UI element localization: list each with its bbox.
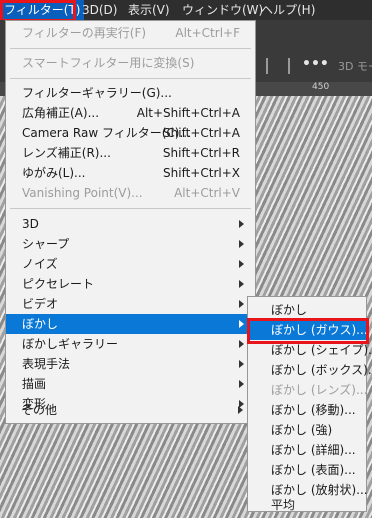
menu-item-blur-gallery[interactable]: ぼかしギャラリー: [6, 334, 255, 354]
menu-item-label: スマートフィルター用に変換(S): [22, 56, 195, 70]
menu-item-label: ぼかし (移動)...: [271, 403, 356, 417]
submenu-arrow-icon: [239, 220, 244, 228]
menu-item-vanishing-point[interactable]: Vanishing Point(V)... Alt+Ctrl+V: [6, 183, 255, 203]
menu-item-video[interactable]: ビデオ: [6, 294, 255, 314]
menu-item-label: 広角補正(A)...: [22, 106, 100, 120]
menu-item-label: ぼかし: [22, 317, 59, 331]
submenu-item-radial-blur[interactable]: ぼかし (放射状)...: [248, 480, 368, 500]
menu-item-label: ぼかし: [271, 303, 308, 317]
menu-separator: [10, 78, 251, 79]
submenu-arrow-icon: [239, 380, 244, 388]
menu-item-blur[interactable]: ぼかし: [6, 314, 255, 334]
submenu-item-gaussian-blur[interactable]: ぼかし (ガウス)...: [248, 320, 368, 340]
menu-item-pixelate[interactable]: ピクセレート: [6, 274, 255, 294]
submenu-item-average[interactable]: 平均: [248, 498, 366, 512]
menu-item-noise[interactable]: ノイズ: [6, 254, 255, 274]
menu-item-shortcut: Shift+Ctrl+R: [162, 146, 240, 160]
submenu-item-blur[interactable]: ぼかし: [248, 300, 366, 320]
submenu-arrow-icon: [239, 360, 244, 368]
submenu-arrow-icon: [239, 260, 244, 268]
submenu-item-blur-more[interactable]: ぼかし (強): [248, 420, 366, 440]
menu-item-label: レンズ補正(R)...: [22, 146, 111, 160]
menu-item-adaptive-wide-angle[interactable]: 広角補正(A)... Alt+Shift+Ctrl+A: [6, 103, 255, 123]
menu-item-label: ノイズ: [22, 257, 58, 271]
menu-item-label: シャープ: [22, 237, 70, 251]
menu-item-liquify[interactable]: ゆがみ(L)... Shift+Ctrl+X: [6, 163, 255, 183]
submenu-arrow-icon: [239, 280, 244, 288]
menu-item-label: 3D: [22, 217, 39, 231]
menu-item-label: ぼかしギャラリー: [22, 337, 119, 351]
menu-item-3d[interactable]: 3D: [6, 214, 255, 234]
submenu-arrow-icon: [239, 240, 244, 248]
menu-item-label: ぼかし (詳細)...: [271, 443, 356, 457]
toolbar-separator: [266, 58, 268, 74]
ruler-tick-label: 450: [312, 82, 330, 92]
menu-help[interactable]: ヘルプ(H): [257, 0, 319, 20]
menu-item-convert-smart-filter[interactable]: スマートフィルター用に変換(S): [6, 53, 255, 73]
menu-item-label: その他: [21, 403, 58, 417]
submenu-item-box-blur[interactable]: ぼかし (ボックス)...: [248, 360, 372, 380]
menu-window[interactable]: ウィンドウ(W): [178, 0, 267, 20]
menu-item-label: ゆがみ(L)...: [22, 166, 86, 180]
menu-item-label: 表現手法: [22, 357, 71, 371]
menu-item-stylize[interactable]: 表現手法: [6, 354, 255, 374]
submenu-arrow-icon: [239, 300, 244, 308]
menu-filter[interactable]: フィルター(T): [0, 0, 85, 20]
submenu-item-motion-blur[interactable]: ぼかし (移動)...: [248, 400, 366, 420]
menu-item-label: フィルターギャラリー(G)...: [22, 86, 172, 100]
menu-item-label: ぼかし (レンズ)...: [271, 383, 368, 397]
menu-item-label: ビデオ: [22, 297, 59, 311]
menu-item-label: ぼかし (放射状)...: [271, 483, 368, 497]
menu-item-label: ぼかし (シェイプ)...: [271, 343, 372, 357]
submenu-arrow-icon: [238, 406, 243, 414]
menu-item-label: ピクセレート: [22, 277, 95, 291]
submenu-item-surface-blur[interactable]: ぼかし (表面)...: [248, 460, 366, 480]
menu-bar: フィルター(T) 3D(D) 表示(V) ウィンドウ(W) ヘルプ(H): [0, 0, 372, 20]
more-options-icon[interactable]: •••: [302, 56, 329, 72]
menu-item-shortcut: Alt+Ctrl+F: [175, 26, 240, 40]
menu-3d[interactable]: 3D(D): [78, 0, 121, 20]
3d-mode-label: 3D モー: [338, 60, 372, 73]
menu-separator: [10, 208, 251, 209]
menu-view[interactable]: 表示(V): [124, 0, 174, 20]
menu-item-other[interactable]: その他: [5, 400, 254, 420]
menu-item-shortcut: Alt+Shift+Ctrl+A: [136, 106, 240, 120]
menu-item-render[interactable]: 描画: [6, 374, 255, 394]
submenu-arrow-icon: [239, 340, 244, 348]
menu-item-label: フィルターの再実行(F): [22, 26, 147, 40]
submenu-arrow-icon: [239, 320, 244, 328]
submenu-item-shape-blur[interactable]: ぼかし (シェイプ)...: [248, 340, 372, 360]
submenu-item-lens-blur[interactable]: ぼかし (レンズ)...: [248, 380, 368, 400]
menu-item-label: Vanishing Point(V)...: [22, 186, 143, 200]
menu-item-camera-raw[interactable]: Camera Raw フィルター(C)... Shift+Ctrl+A: [6, 123, 255, 143]
menu-item-label: ぼかし (ボックス)...: [271, 363, 372, 377]
menu-item-last-filter[interactable]: フィルターの再実行(F) Alt+Ctrl+F: [6, 23, 255, 43]
menu-separator: [10, 48, 251, 49]
menu-item-label: ぼかし (ガウス)...: [271, 323, 368, 337]
menu-item-lens-correction[interactable]: レンズ補正(R)... Shift+Ctrl+R: [6, 143, 255, 163]
toolbar-separator: [288, 58, 290, 74]
menu-item-label: 平均: [271, 498, 296, 512]
menu-item-shortcut: Shift+Ctrl+X: [163, 166, 240, 180]
menu-item-sharpen[interactable]: シャープ: [6, 234, 255, 254]
menu-item-label: ぼかし (強): [271, 423, 333, 437]
menu-item-label: ぼかし (表面)...: [271, 463, 356, 477]
menu-item-shortcut: Alt+Ctrl+V: [174, 186, 240, 200]
filter-dropdown-menu: フィルターの再実行(F) Alt+Ctrl+F スマートフィルター用に変換(S)…: [5, 20, 256, 424]
submenu-item-smart-blur[interactable]: ぼかし (詳細)...: [248, 440, 366, 460]
menu-item-shortcut: Shift+Ctrl+A: [163, 126, 240, 140]
menu-item-filter-gallery[interactable]: フィルターギャラリー(G)...: [6, 83, 255, 103]
blur-submenu: ぼかし ぼかし (ガウス)... ぼかし (シェイプ)... ぼかし (ボックス…: [247, 296, 372, 512]
menu-item-label: 描画: [22, 377, 47, 391]
